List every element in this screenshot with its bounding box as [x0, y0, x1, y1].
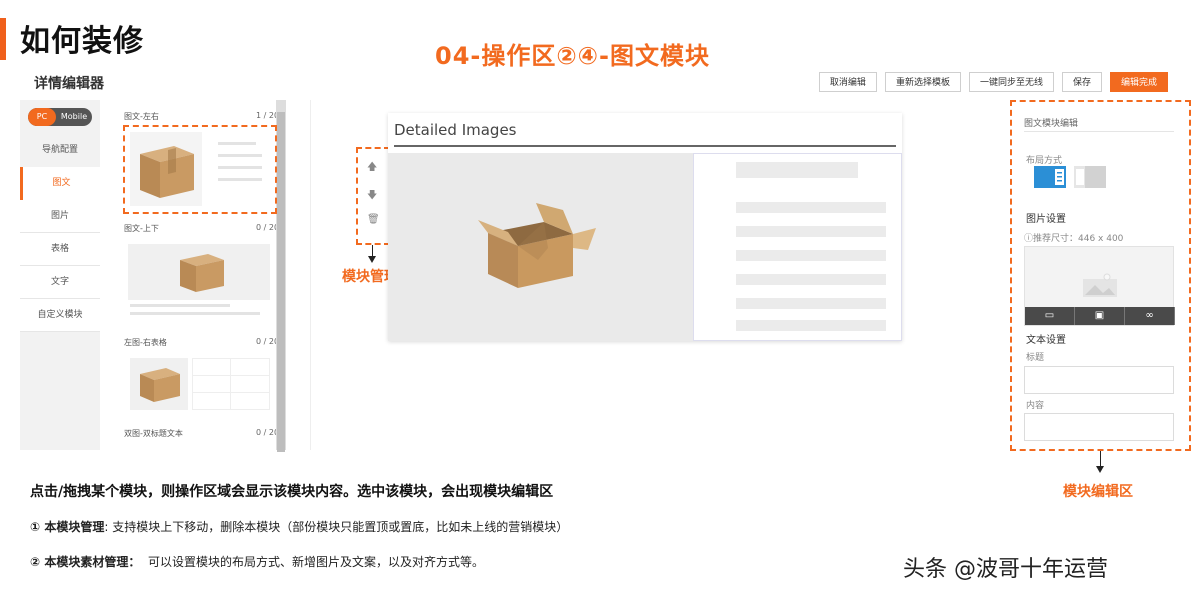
edit-area-arrow-head	[1096, 466, 1104, 473]
nav-item-custom-module[interactable]: 自定义模块	[20, 299, 100, 332]
cancel-edit-button[interactable]: 取消编辑	[818, 72, 877, 92]
module-edit-area-label: 模块编辑区	[1063, 484, 1133, 500]
reselect-template-button[interactable]: 重新选择模板	[884, 72, 961, 92]
module-manage-arrow-head	[368, 256, 376, 263]
nav-item-text[interactable]: 文字	[20, 266, 100, 299]
module-manage-highlight	[356, 147, 390, 245]
device-mobile-option[interactable]: Mobile	[56, 108, 92, 126]
description-item-1-title: ① 本模块管理	[30, 520, 105, 534]
open-box-image	[478, 203, 596, 288]
module-preview-image-table[interactable]	[126, 354, 274, 414]
module-label: 双图-双标题文本	[124, 429, 183, 438]
module-label: 左图-右表格	[124, 338, 167, 347]
module-label: 图文-左右	[124, 112, 159, 121]
description-item-2: ② 本模块素材管理： 可以设置模块的布局方式、新增图片及文案，以及对齐方式等。	[30, 553, 484, 570]
edit-area-arrow	[1100, 451, 1101, 467]
box-image	[140, 368, 180, 402]
watermark: 头条 @波哥十年运营	[903, 557, 1108, 582]
detail-image-area[interactable]	[388, 153, 693, 341]
description-item-1-text: : 支持模块上下移动，删除本模块（部份模块只能置顶或置底，比如未上线的营销模块）	[104, 520, 569, 534]
description-item-2-text: 可以设置模块的布局方式、新增图片及文案，以及对齐方式等。	[140, 555, 484, 569]
description-item-1: ① 本模块管理: 支持模块上下移动，删除本模块（部份模块只能置顶或置底，比如未上…	[30, 518, 568, 535]
box-image	[180, 254, 224, 292]
description-main: 点击/拖拽某个模块，则操作区域会显示该模块内容。选中该模块，会出现模块编辑区	[30, 484, 554, 500]
selected-module-highlight	[123, 125, 277, 214]
left-nav: PC Mobile 导航配置 图文 图片 表格 文字 自定义模块	[20, 100, 100, 450]
nav-item-image-text[interactable]: 图文	[20, 167, 100, 200]
nav-item-nav-config[interactable]: 导航配置	[20, 134, 100, 167]
finish-edit-button[interactable]: 编辑完成	[1109, 72, 1168, 92]
detail-text-area[interactable]	[693, 153, 902, 341]
detail-title-underline	[394, 145, 896, 147]
module-preview-top-bottom[interactable]	[126, 240, 274, 318]
module-label: 图文-上下	[124, 224, 159, 233]
save-button[interactable]: 保存	[1061, 72, 1102, 92]
nav-item-table[interactable]: 表格	[20, 233, 100, 266]
edit-panel-highlight	[1010, 100, 1191, 451]
sync-wireless-button[interactable]: 一键同步至无线	[968, 72, 1054, 92]
section-title: 04-操作区②④-图文模块	[435, 42, 710, 70]
nav-item-image[interactable]: 图片	[20, 200, 100, 233]
description-item-2-title: ② 本模块素材管理：	[30, 555, 141, 569]
slide-title: 如何装修	[20, 24, 144, 59]
editor-title: 详情编辑器	[34, 76, 104, 92]
device-pc-option[interactable]: PC	[28, 108, 56, 126]
detail-module-card[interactable]: Detailed Images	[388, 113, 902, 341]
accent-bar	[0, 18, 6, 60]
editor-toolbar: 取消编辑 重新选择模板 一键同步至无线 保存 编辑完成	[818, 72, 1168, 92]
detail-title: Detailed Images	[394, 121, 517, 139]
module-list-scrollbar[interactable]	[276, 100, 286, 452]
device-toggle[interactable]: PC Mobile	[28, 108, 92, 126]
